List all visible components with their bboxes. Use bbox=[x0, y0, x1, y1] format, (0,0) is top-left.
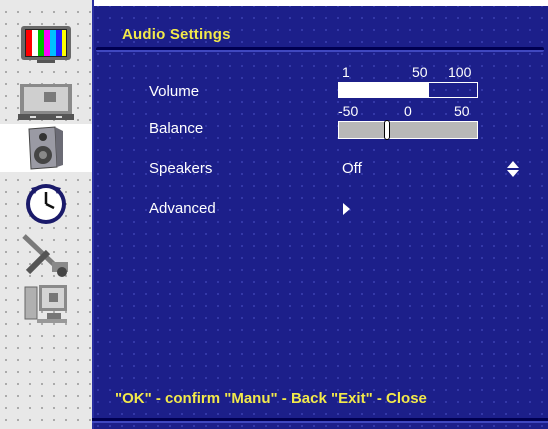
sidebar-item-setup[interactable] bbox=[8, 232, 84, 280]
speakers-value[interactable]: Off bbox=[342, 160, 362, 177]
monitor-image-icon bbox=[18, 84, 74, 120]
sidebar-item-display[interactable] bbox=[8, 78, 84, 126]
balance-label: Balance bbox=[149, 120, 204, 137]
page-title: Audio Settings bbox=[122, 26, 231, 43]
balance-scale-mid: 0 bbox=[404, 103, 412, 119]
computer-icon bbox=[24, 285, 67, 323]
tv-color-bars-icon bbox=[21, 26, 71, 63]
chevron-right-icon[interactable] bbox=[343, 203, 350, 215]
balance-slider[interactable] bbox=[338, 120, 478, 140]
bottom-divider bbox=[92, 418, 548, 423]
volume-scale-max: 100 bbox=[448, 64, 472, 80]
clock-icon bbox=[26, 184, 66, 224]
sidebar-item-audio[interactable] bbox=[0, 124, 92, 172]
balance-scale-max: 50 bbox=[454, 103, 470, 119]
up-down-arrows-icon[interactable] bbox=[506, 160, 520, 178]
main-panel: Audio Settings Volume 1 50 100 Balance -… bbox=[92, 0, 548, 429]
sidebar-item-timer[interactable] bbox=[8, 180, 84, 228]
volume-label: Volume bbox=[149, 83, 200, 100]
title-divider bbox=[96, 47, 544, 52]
sidebar-item-picture[interactable] bbox=[8, 20, 84, 68]
osd-window: Audio Settings Volume 1 50 100 Balance -… bbox=[0, 0, 548, 429]
balance-scale-min: -50 bbox=[338, 103, 359, 119]
panel-edge bbox=[92, 0, 94, 429]
speakers-label: Speakers bbox=[149, 160, 213, 177]
tools-icon bbox=[22, 234, 68, 277]
footer-hint: "OK" - confirm "Manu" - Back "Exit" - Cl… bbox=[115, 390, 427, 407]
volume-scale-mid: 50 bbox=[412, 64, 428, 80]
volume-slider[interactable] bbox=[338, 82, 478, 98]
top-border bbox=[92, 0, 548, 6]
balance-slider-handle[interactable] bbox=[384, 120, 390, 140]
sidebar bbox=[0, 0, 92, 429]
sidebar-item-pc[interactable] bbox=[8, 280, 84, 328]
volume-level-fill bbox=[339, 83, 429, 97]
volume-scale-min: 1 bbox=[342, 64, 350, 80]
speaker-icon bbox=[28, 126, 63, 170]
advanced-label[interactable]: Advanced bbox=[149, 200, 216, 217]
